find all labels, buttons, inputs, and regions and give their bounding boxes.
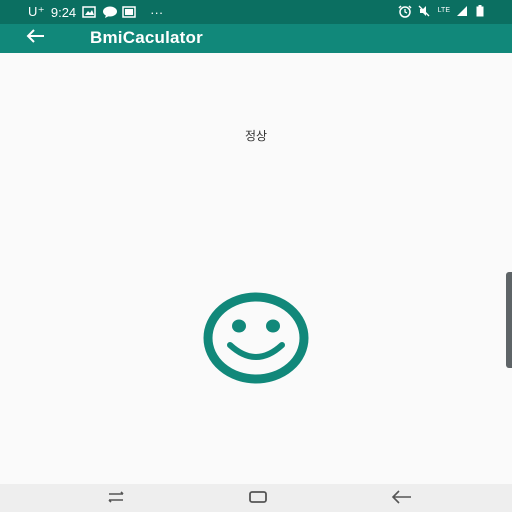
more-notifications-icon: ··· <box>150 4 164 20</box>
lte-label: LTE <box>437 7 450 14</box>
mute-icon <box>418 5 432 17</box>
clock: 9:24 <box>50 4 77 20</box>
signal-icon <box>456 5 470 17</box>
status-right: LTE <box>398 5 490 18</box>
image-notification-icon <box>122 6 136 18</box>
navigation-bar <box>0 484 512 512</box>
status-left: U⁺ 9:24 ··· <box>28 4 163 20</box>
arrow-left-icon <box>390 489 412 508</box>
screen: U⁺ 9:24 ··· LTE BmiCaculator 정상 <box>0 0 512 512</box>
talk-message-icon <box>102 6 118 18</box>
home-button[interactable] <box>244 488 272 508</box>
smiley-face-icon <box>203 291 309 385</box>
carrier-label: U⁺ <box>28 4 45 19</box>
app-bar: BmiCaculator <box>0 24 512 53</box>
recent-apps-icon <box>106 489 126 508</box>
nav-back-button[interactable] <box>387 488 415 508</box>
arrow-left-icon <box>25 28 45 48</box>
gallery-icon <box>82 6 96 18</box>
recent-apps-button[interactable] <box>102 488 130 508</box>
main-content: 정상 <box>0 53 512 484</box>
back-button[interactable] <box>20 26 50 50</box>
home-icon <box>248 489 268 508</box>
battery-icon <box>476 5 490 17</box>
bmi-result-text: 정상 <box>244 129 268 143</box>
edge-panel-handle[interactable] <box>506 272 512 368</box>
app-title: BmiCaculator <box>90 28 203 47</box>
alarm-icon <box>398 5 412 18</box>
status-bar: U⁺ 9:24 ··· LTE <box>0 0 512 24</box>
